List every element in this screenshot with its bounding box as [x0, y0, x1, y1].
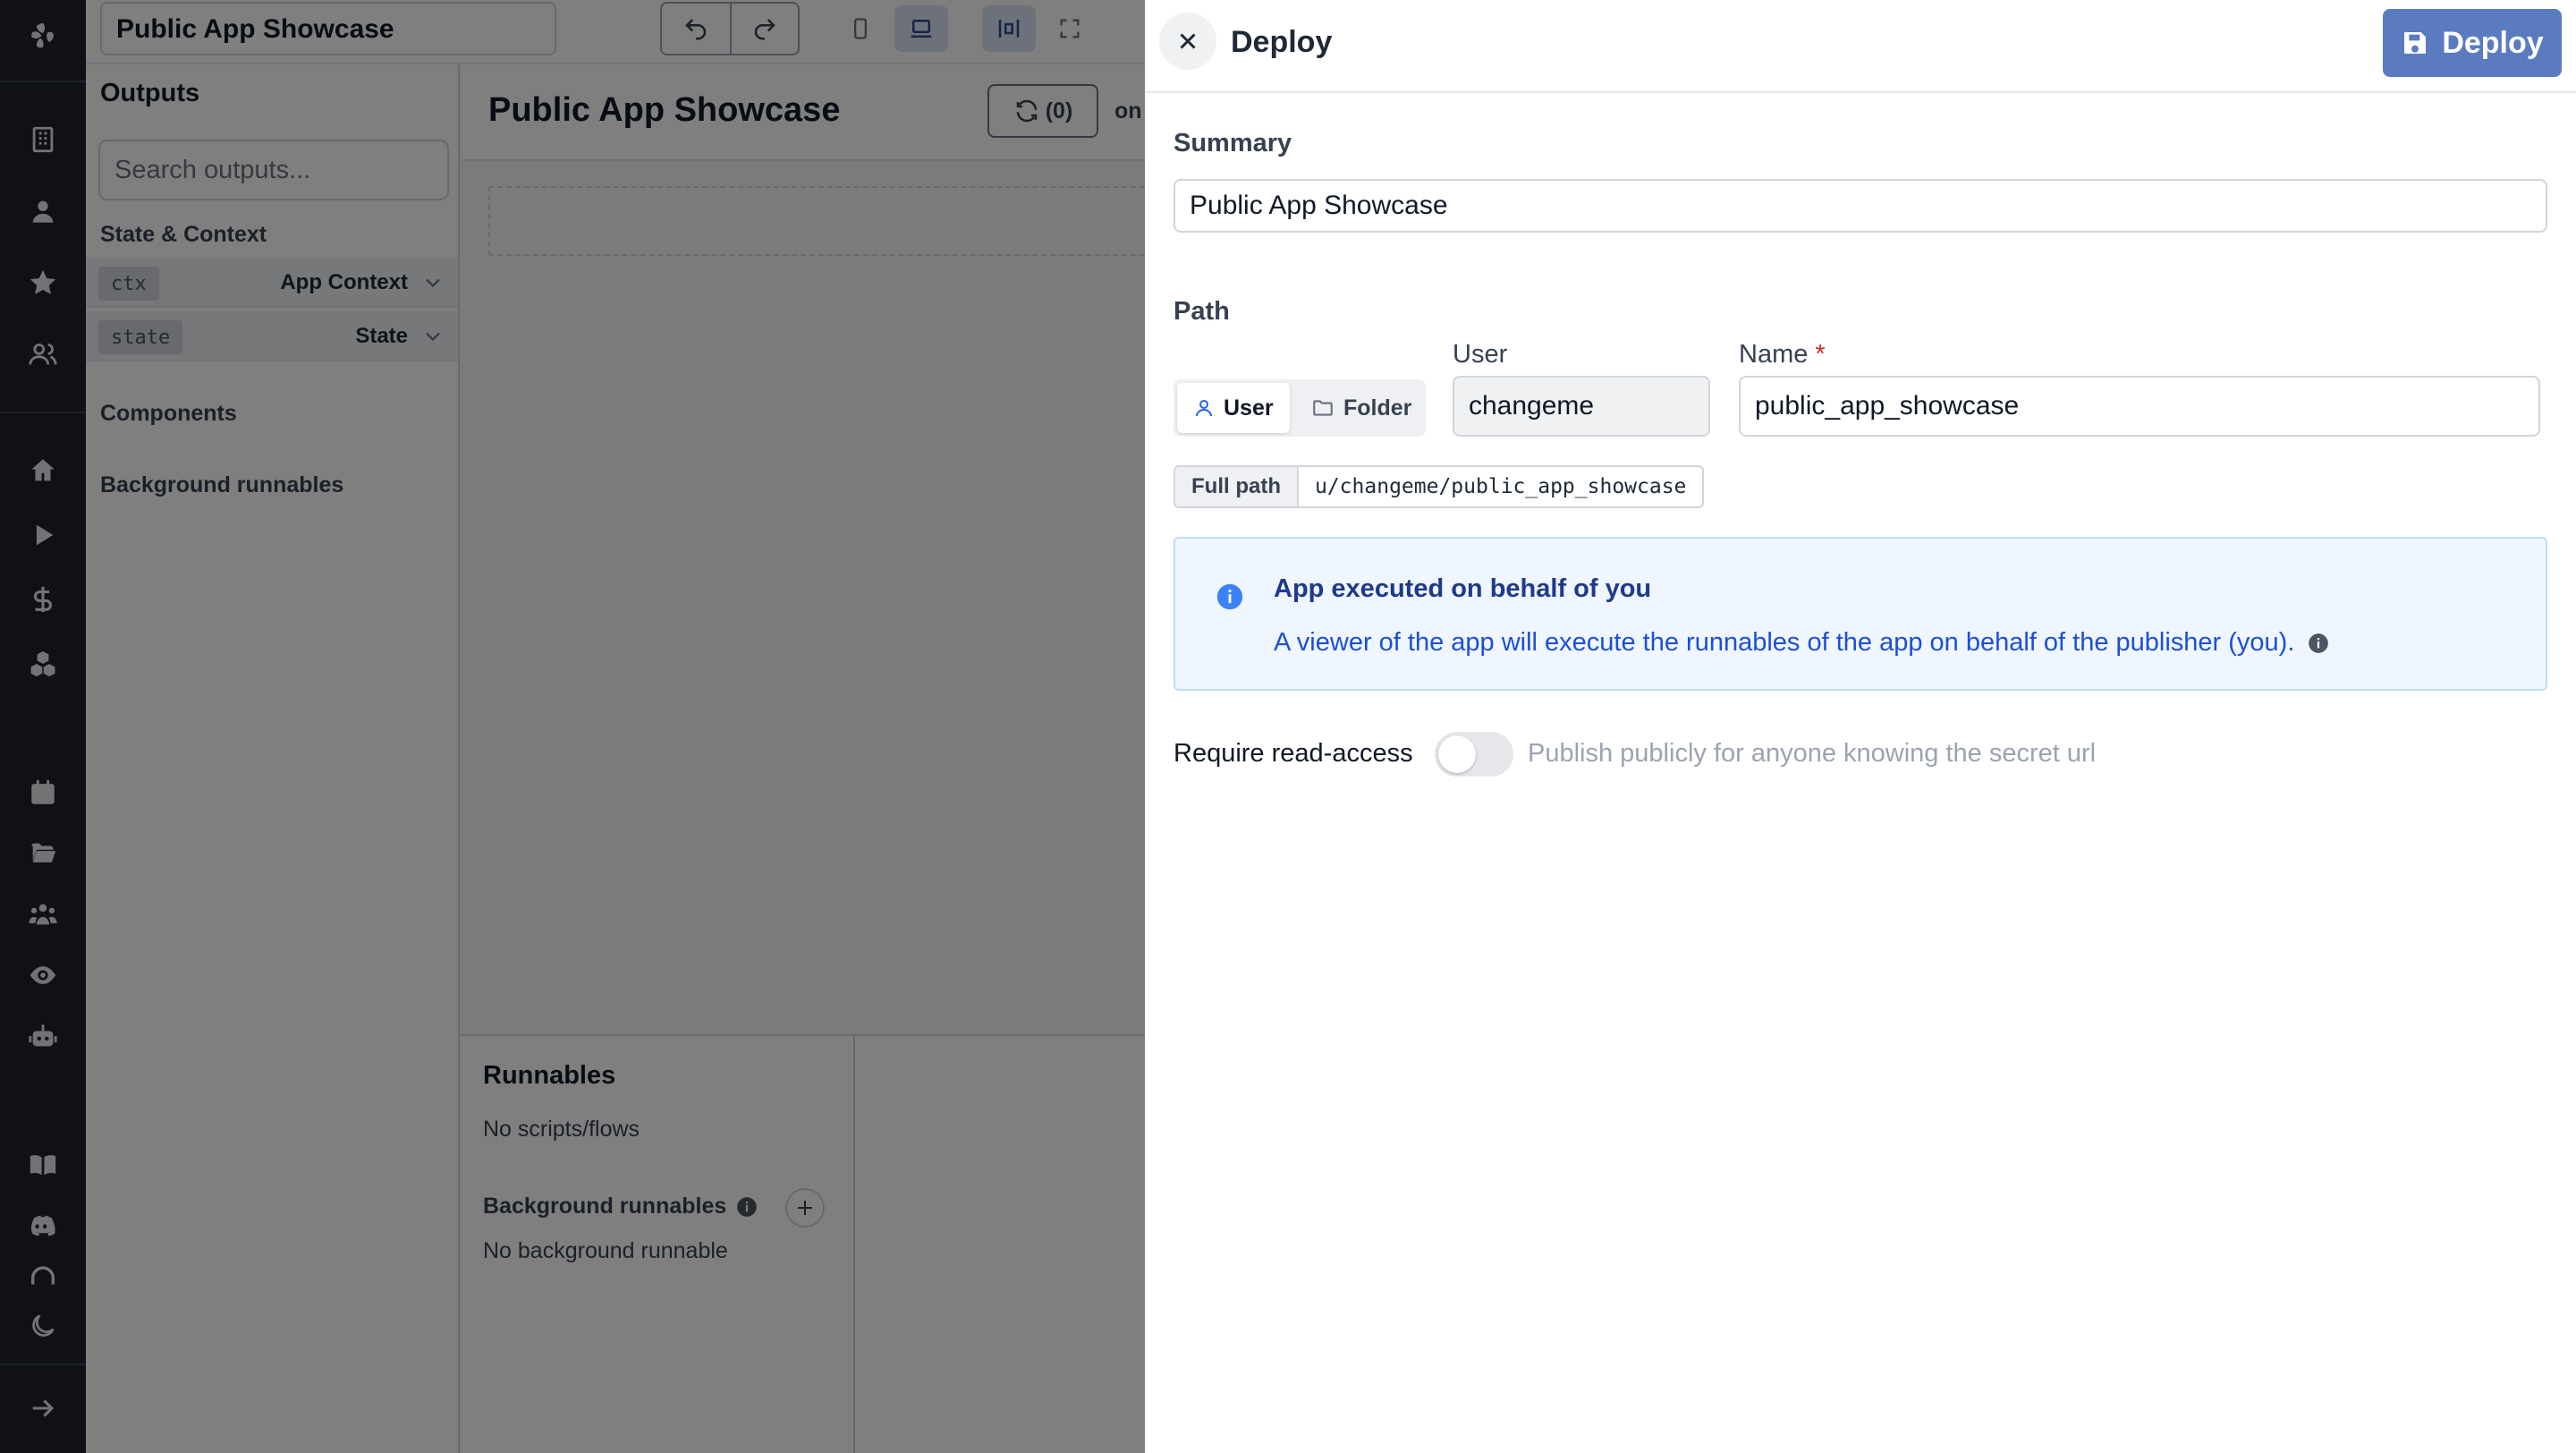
user-icon — [1196, 400, 1212, 417]
info-body: A viewer of the app will execute the run… — [1274, 628, 2330, 658]
name-field-label: Name * — [1739, 340, 1826, 370]
info-body-text: A viewer of the app will execute the run… — [1274, 628, 2295, 657]
user-field-label: User — [1453, 340, 1508, 369]
required-marker: * — [1815, 340, 1826, 369]
user-option-label: User — [1224, 395, 1274, 421]
close-button[interactable] — [1159, 13, 1216, 70]
summary-input[interactable]: Public App Showcase — [1174, 179, 2547, 233]
full-path-value: u/changeme/public_app_showcase — [1314, 475, 1687, 498]
read-access-label: Require read-access — [1174, 739, 1413, 768]
info-title: App executed on behalf of you — [1274, 574, 1652, 603]
toggle-knob — [1438, 735, 1476, 773]
path-label: Path — [1174, 297, 1230, 326]
drawer-title: Deploy — [1231, 25, 1333, 59]
read-access-help: Publish publicly for anyone knowing the … — [1528, 739, 2097, 768]
full-path-label: Full path — [1175, 467, 1299, 506]
user-option[interactable]: User — [1177, 383, 1290, 433]
modal-backdrop[interactable] — [0, 0, 1145, 1453]
deploy-button-label: Deploy — [2442, 25, 2544, 60]
info-tooltip-icon[interactable] — [2307, 632, 2330, 655]
path-kind-toggle: User Folder — [1174, 379, 1426, 437]
save-icon — [2404, 32, 2427, 54]
name-field[interactable]: public_app_showcase — [1739, 376, 2540, 437]
name-field-label-text: Name — [1739, 340, 1809, 369]
info-icon — [1216, 583, 1243, 610]
deploy-button[interactable]: Deploy — [2383, 9, 2562, 77]
deploy-drawer: Deploy Deploy Summary Public App Showcas… — [1145, 0, 2576, 1453]
full-path: Full path u/changeme/public_app_showcase — [1174, 465, 1705, 508]
folder-option-label: Folder — [1343, 395, 1412, 421]
summary-label: Summary — [1174, 129, 1292, 157]
folder-icon — [1313, 400, 1333, 416]
user-field: changeme — [1453, 376, 1710, 437]
close-icon — [1180, 33, 1196, 49]
folder-option[interactable]: Folder — [1295, 383, 1428, 433]
drawer-header: Deploy Deploy — [1145, 0, 2576, 93]
read-access-toggle[interactable] — [1435, 732, 1513, 777]
info-alert: App executed on behalf of you A viewer o… — [1174, 537, 2547, 691]
